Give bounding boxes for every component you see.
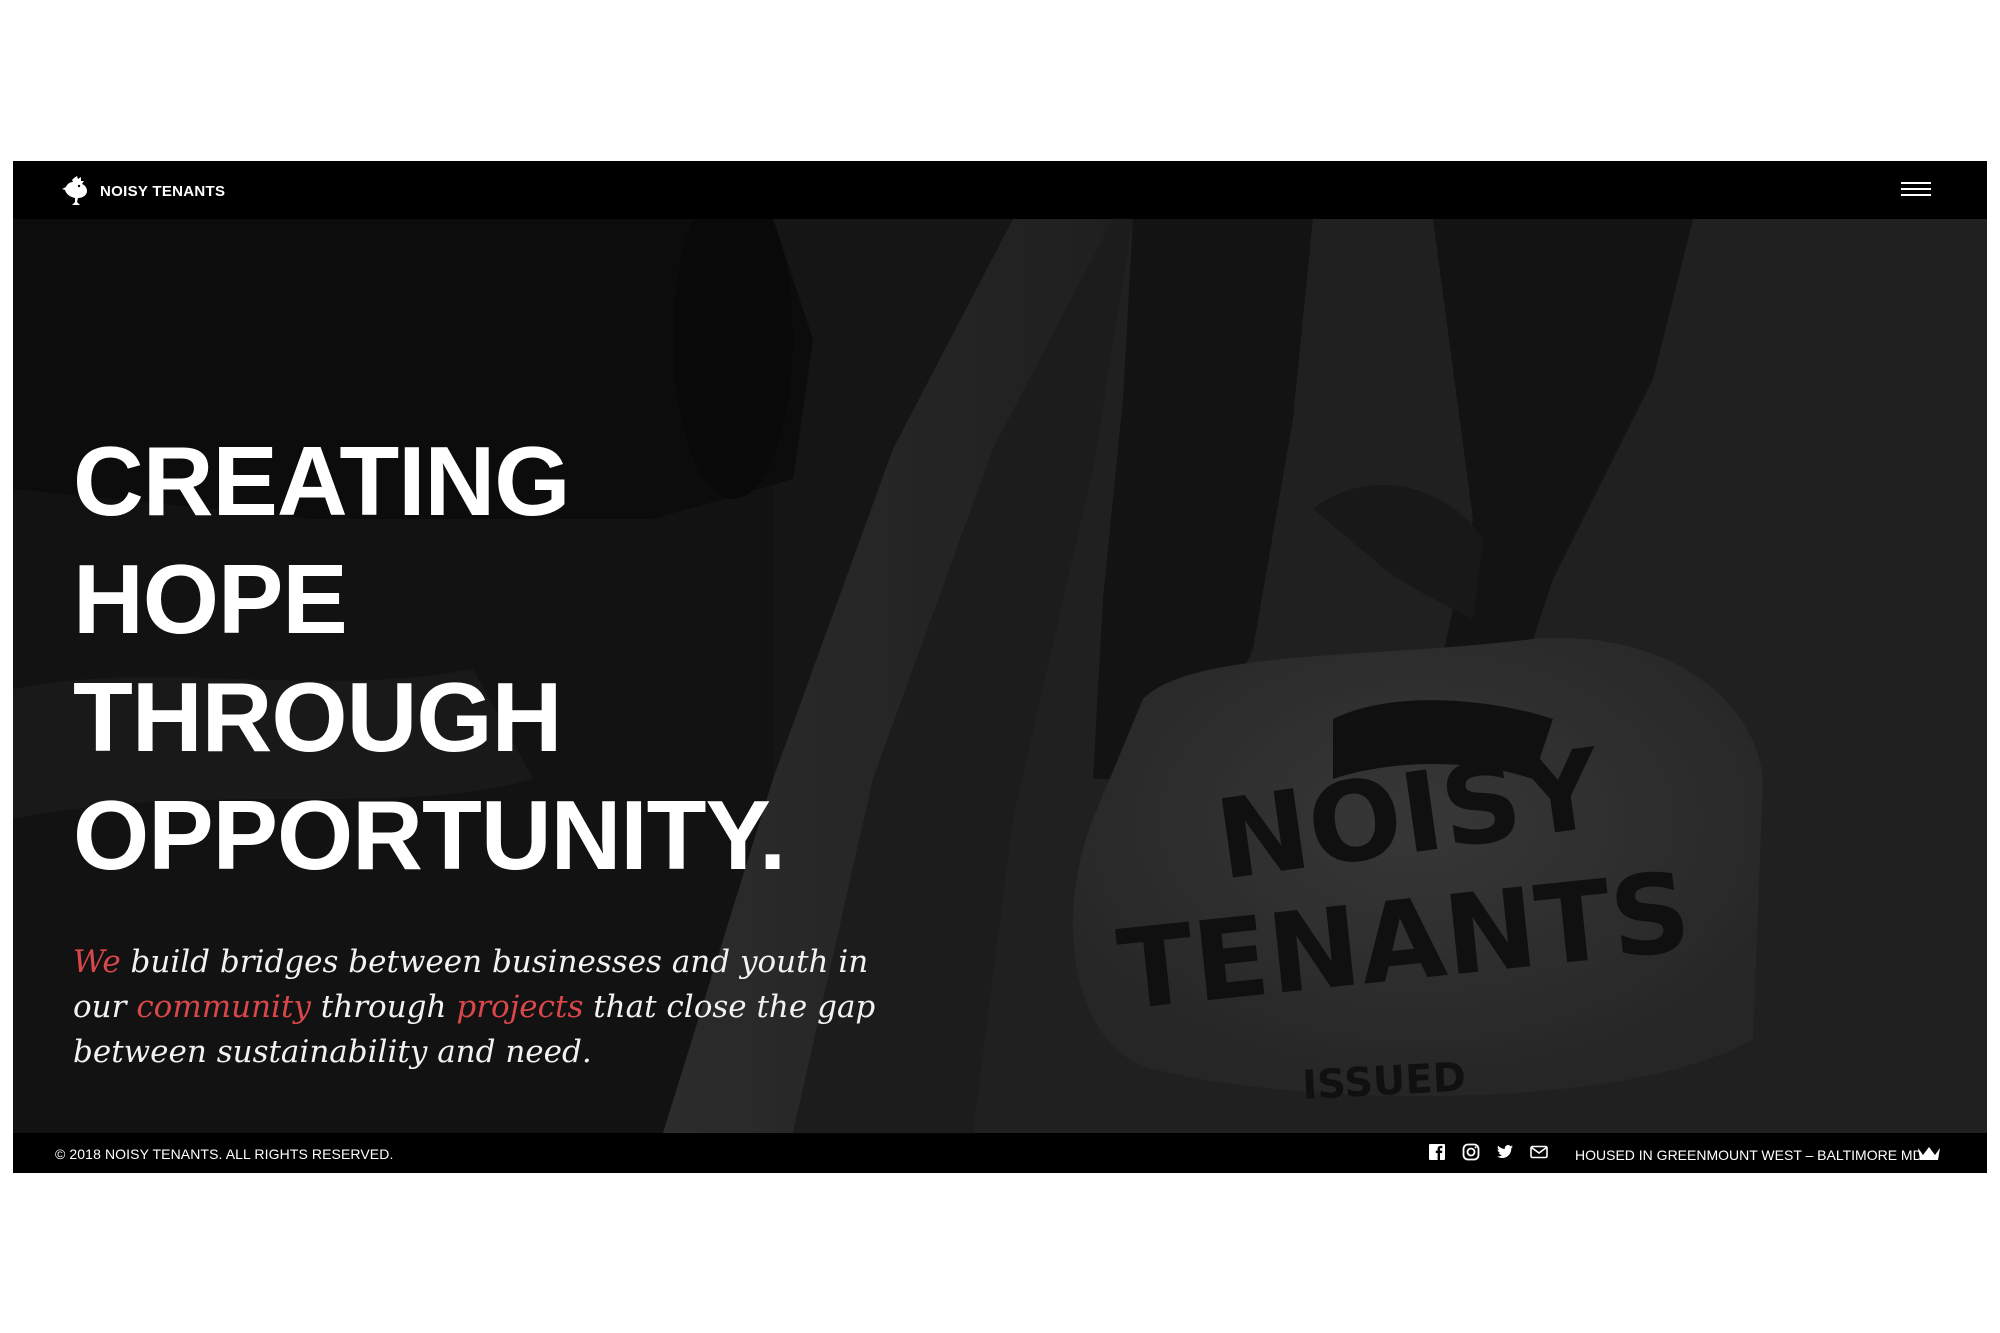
hamburger-menu-icon[interactable] (1901, 182, 1931, 202)
location-text: HOUSED IN GREENMOUNT WEST – BALTIMORE MD (1575, 1147, 1923, 1163)
copyright-text: © 2018 NOISY TENANTS. ALL RIGHTS RESERVE… (55, 1146, 394, 1162)
brand-name: NOISY TENANTS (100, 182, 226, 200)
hero-tagline: We build bridges between businesses and … (73, 940, 893, 1075)
headline-line: HOPE (73, 544, 348, 654)
instagram-icon[interactable] (1461, 1142, 1481, 1162)
site-footer: © 2018 NOISY TENANTS. ALL RIGHTS RESERVE… (13, 1133, 1987, 1173)
headline-line: THROUGH (73, 662, 562, 772)
headline-line: CREATING (73, 426, 571, 536)
brand-logo-link[interactable]: NOISY TENANTS (60, 175, 225, 207)
site-header: NOISY TENANTS (13, 161, 1987, 219)
social-links (1427, 1142, 1549, 1162)
email-icon[interactable] (1529, 1142, 1549, 1162)
tagline-highlight-we: We (73, 944, 121, 980)
tagline-highlight-community: community (136, 989, 311, 1025)
twitter-icon[interactable] (1495, 1142, 1515, 1162)
tagline-text: through (310, 989, 457, 1025)
facebook-icon[interactable] (1427, 1142, 1447, 1162)
crown-icon[interactable] (1916, 1145, 1942, 1163)
tagline-highlight-projects: projects (456, 989, 584, 1025)
hero-headline: CREATING HOPE THROUGH OPPORTUNITY. (73, 422, 786, 894)
rooster-logo-icon (62, 176, 87, 205)
hero-section: NOISY TENANTS ISSUED CREATING HOPE THROU… (13, 219, 1987, 1133)
page-frame: NOISY TENANTS NOISY TENANTS ISSUED CREAT… (13, 161, 1987, 1173)
headline-line: OPPORTUNITY. (73, 780, 786, 890)
